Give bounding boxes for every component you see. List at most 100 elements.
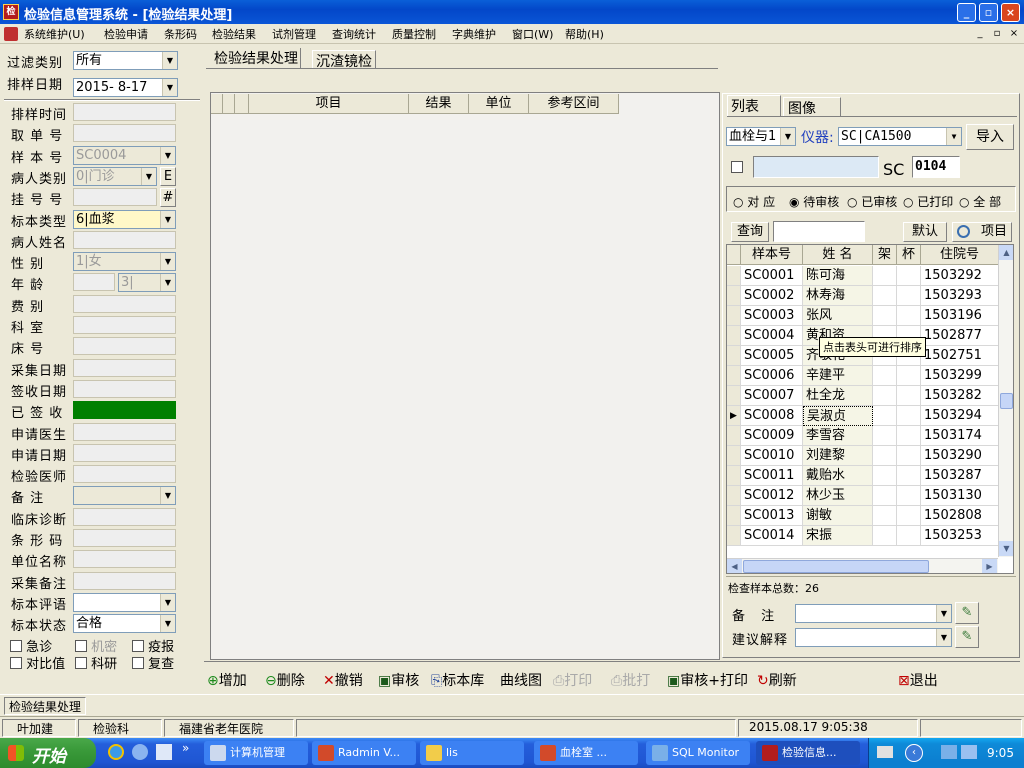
request-doctor-input[interactable] (73, 422, 176, 441)
sample-time-input[interactable] (73, 103, 176, 121)
hscroll-thumb[interactable] (743, 560, 929, 573)
header-cup[interactable]: 杯 (897, 245, 921, 265)
lab-doctor-input[interactable] (73, 465, 176, 484)
browser-icon[interactable] (132, 744, 148, 760)
menu-query[interactable]: 查询统计 (332, 26, 376, 42)
collect-remark-input[interactable] (73, 571, 176, 590)
specimen-comment-select[interactable]: ▼ (73, 592, 176, 612)
menu-system[interactable]: 系统维护(U) (24, 26, 85, 42)
table-row[interactable]: SC0009 李雪容 1503174 (727, 426, 999, 446)
table-row[interactable]: SC0001 陈可海 1503292 (727, 266, 999, 286)
task-lis-main[interactable]: 检验信息... (756, 741, 860, 765)
request-date-input[interactable] (73, 443, 176, 462)
tab-list[interactable]: 列表 (727, 95, 781, 117)
desktop-icon[interactable] (156, 744, 172, 760)
compare-checkbox[interactable]: 对比值 (10, 653, 65, 672)
menu-request[interactable]: 检验申请 (104, 26, 148, 42)
order-no-input[interactable] (73, 124, 176, 143)
radio-reviewed[interactable]: ○ 已审核 (847, 193, 897, 210)
radio-match[interactable]: ○ 对 应 (733, 193, 775, 210)
sample-list-vscroll[interactable]: ▲ ▼ (998, 245, 1013, 557)
network-icon[interactable] (961, 745, 977, 759)
curve-button[interactable]: 曲线图 (500, 670, 542, 690)
barcode-input[interactable] (73, 529, 176, 547)
instrument-select[interactable]: SC|CA1500 ▼ (838, 127, 962, 146)
network-icon[interactable] (941, 745, 957, 759)
reg-no-input[interactable] (73, 188, 157, 207)
sex-select[interactable]: 1|女 ▼ (73, 252, 176, 272)
header-unit[interactable]: 单位 (469, 94, 529, 114)
review-print-button[interactable]: ▣审核+打印 (667, 670, 748, 690)
tab-sediment[interactable]: 沉渣镜检 (312, 50, 376, 70)
department-input[interactable] (73, 316, 176, 334)
header-item[interactable]: 项目 (249, 94, 409, 114)
delete-button[interactable]: ⊖删除 (265, 670, 305, 690)
filter-checkbox[interactable] (731, 161, 743, 173)
task-thrombosis[interactable]: 血栓室 ... (534, 741, 638, 765)
ie-icon[interactable] (108, 744, 124, 760)
advice-edit-button[interactable]: ✎ (955, 626, 979, 648)
specimen-status-select[interactable]: 合格 ▼ (73, 614, 176, 634)
table-row[interactable]: SC0012 林少玉 1503130 (727, 486, 999, 506)
table-row[interactable]: SC0014 宋振 1503253 (727, 526, 999, 546)
sample-list[interactable]: 样本号姓 名架杯住院号 SC0001 陈可海 1503292 SC0002 林寿海 1503… (726, 244, 1014, 574)
header-name[interactable]: 姓 名 (803, 245, 873, 265)
bed-no-input[interactable] (73, 337, 176, 356)
import-button[interactable]: 导入 (966, 124, 1014, 150)
filter-type-select[interactable]: 所有 ▼ (73, 51, 178, 70)
header-sample-no[interactable]: 样本号 (741, 245, 803, 265)
query-button[interactable]: 查询 (731, 222, 769, 242)
radio-printed[interactable]: ○ 已打印 (903, 193, 953, 210)
review-button[interactable]: ▣审核 (378, 670, 419, 690)
task-radmin[interactable]: Radmin V... (312, 741, 416, 765)
age-input[interactable] (73, 273, 115, 292)
unit-name-input[interactable] (73, 550, 176, 569)
task-sql-monitor[interactable]: SQL Monitor (646, 741, 750, 765)
fee-type-input[interactable] (73, 294, 176, 313)
remark-form-select[interactable]: ▼ (73, 486, 176, 506)
scan-input[interactable] (753, 156, 879, 178)
scroll-down-arrow-icon[interactable]: ▼ (999, 541, 1013, 556)
table-row[interactable]: SC0010 刘建黎 1503290 (727, 446, 999, 466)
result-grid[interactable]: 项目 结果 单位 参考区间 (210, 92, 720, 660)
scroll-right-arrow-icon[interactable]: ▶ (982, 559, 997, 573)
header-rack[interactable]: 架 (873, 245, 897, 265)
filter-date-picker[interactable]: 2015- 8-17 ▼ (73, 78, 178, 97)
restore-button[interactable]: ▫ (979, 3, 998, 22)
scroll-left-arrow-icon[interactable]: ◀ (727, 559, 742, 573)
query-input[interactable] (773, 221, 865, 242)
mdi-restore-button[interactable]: ▫ (989, 27, 1005, 41)
specimen-type-select[interactable]: 6|血浆 ▼ (73, 209, 176, 229)
task-lis-folder[interactable]: lis (420, 741, 524, 765)
item-button[interactable]: 项目 (952, 222, 1012, 242)
patient-name-input[interactable] (73, 230, 176, 249)
add-button[interactable]: ⊕增加 (207, 670, 247, 690)
reg-no-hash-button[interactable]: # (160, 188, 176, 208)
table-row[interactable]: SC0003 张风 1503196 (727, 306, 999, 326)
radio-pending[interactable]: ◉ 待审核 (789, 193, 839, 210)
recheck-checkbox[interactable]: 复查 (132, 653, 174, 672)
advice-select[interactable]: ▼ (795, 628, 952, 647)
keyboard-icon[interactable] (877, 746, 893, 758)
sign-date-input[interactable] (73, 379, 176, 398)
header-result[interactable]: 结果 (409, 94, 469, 114)
minimize-button[interactable]: _ (957, 3, 976, 22)
tab-result-processing[interactable]: 检验结果处理 (212, 48, 301, 68)
tab-image[interactable]: 图像 (783, 97, 841, 117)
header-reference[interactable]: 参考区间 (529, 94, 619, 114)
specimen-bank-button[interactable]: ⎘标本库 (431, 670, 484, 690)
table-row[interactable]: ▶ SC0008 吴淑贞 1503294 (727, 406, 999, 426)
undo-button[interactable]: ✕撤销 (323, 670, 363, 690)
batch-print-button[interactable]: ⎙批打 (611, 670, 650, 690)
scroll-up-arrow-icon[interactable]: ▲ (999, 245, 1013, 260)
header-inpatient-no[interactable]: 住院号 (921, 245, 999, 265)
remark-edit-button[interactable]: ✎ (955, 602, 979, 624)
menu-barcode[interactable]: 条形码 (164, 26, 197, 42)
table-row[interactable]: SC0013 谢敏 1502808 (727, 506, 999, 526)
mdi-close-button[interactable]: × (1006, 27, 1022, 41)
scroll-thumb[interactable] (1000, 393, 1013, 409)
table-row[interactable]: SC0007 杜全龙 1503282 (727, 386, 999, 406)
menu-dictionary[interactable]: 字典维护 (452, 26, 496, 42)
patient-type-e-button[interactable]: E (160, 166, 176, 186)
diagnosis-input[interactable] (73, 507, 176, 526)
